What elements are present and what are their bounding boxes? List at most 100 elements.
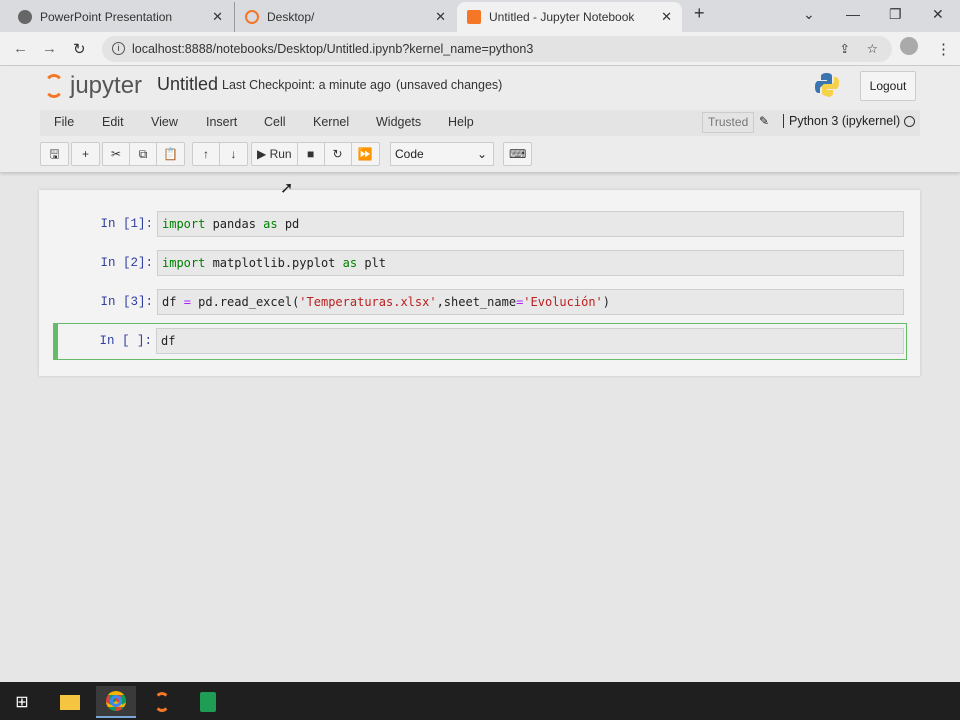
browser-tab-bar: PowerPoint Presentation ✕ Desktop/ ✕ Untit…: [0, 0, 960, 32]
cell-type-value: Code: [395, 147, 424, 161]
run-button[interactable]: ▶ Run: [252, 143, 298, 165]
logout-button[interactable]: Logout: [860, 71, 916, 101]
cut-icon[interactable]: ✂: [103, 143, 130, 165]
code-token: 'Temperaturas.xlsx': [299, 295, 437, 309]
logo-text: jupyter: [70, 72, 143, 99]
copy-icon[interactable]: ⧉: [130, 143, 157, 165]
code-token: pd: [277, 217, 300, 231]
interrupt-icon[interactable]: ■: [298, 143, 325, 165]
trusted-indicator[interactable]: Trusted: [702, 112, 755, 133]
taskbar-file-explorer[interactable]: [50, 686, 90, 718]
new-tab-button[interactable]: +: [694, 3, 705, 24]
share-icon[interactable]: ⇪: [840, 36, 850, 62]
restore-button[interactable]: ❐: [889, 6, 902, 23]
code-token: as: [342, 256, 358, 270]
taskbar-excel[interactable]: [188, 686, 228, 718]
profile-avatar[interactable]: [900, 37, 918, 55]
save-group: 🖫: [40, 142, 69, 166]
menu-view[interactable]: View: [151, 115, 178, 129]
windows-icon: ⊞: [15, 694, 29, 711]
code-cell[interactable]: In [1]: import pandas as pd: [54, 208, 907, 240]
tab-powerpoint[interactable]: PowerPoint Presentation ✕: [8, 2, 233, 32]
cell-prompt: In [1]:: [100, 217, 153, 231]
autosave-status: (unsaved changes): [396, 78, 503, 92]
jupyter-logo-icon: [44, 74, 64, 98]
cell-input[interactable]: import pandas as pd: [157, 211, 904, 237]
checkpoint-status: Last Checkpoint: a minute ago: [222, 78, 391, 92]
cell-input[interactable]: import matplotlib.pyplot as plt: [157, 250, 904, 276]
tab-label: PowerPoint Presentation: [40, 10, 173, 24]
jupyter-icon: [154, 692, 170, 712]
chrome-icon: [106, 691, 126, 711]
cell-input[interactable]: df = pd.read_excel('Temperaturas.xlsx',s…: [157, 289, 904, 315]
notebook-title[interactable]: Untitled: [157, 74, 218, 95]
code-token: df: [161, 334, 176, 348]
code-token: pandas: [205, 217, 264, 231]
forward-icon[interactable]: →: [42, 40, 57, 57]
jupyter-logo[interactable]: jupyter: [44, 72, 142, 100]
menu-help[interactable]: Help: [448, 115, 474, 129]
tab-label: Desktop/: [267, 10, 315, 24]
paste-icon[interactable]: 📋: [157, 143, 184, 165]
menu-widgets[interactable]: Widgets: [376, 115, 421, 129]
insert-cell-below-icon[interactable]: +: [72, 143, 99, 165]
taskbar-jupyter[interactable]: [142, 686, 182, 718]
url-input[interactable]: i localhost:8888/notebooks/Desktop/Untitl…: [102, 36, 892, 62]
back-icon[interactable]: ←: [13, 40, 28, 57]
cell-input[interactable]: df: [156, 328, 904, 354]
folder-icon: [60, 694, 80, 710]
cell-prompt: In [3]:: [100, 295, 153, 309]
taskbar-chrome[interactable]: [96, 686, 136, 718]
reload-icon[interactable]: ↻: [73, 40, 86, 58]
selected-code-cell[interactable]: In [ ]: df: [53, 323, 907, 360]
restart-icon[interactable]: ↻: [325, 143, 352, 165]
code-token: plt: [357, 256, 386, 270]
start-button[interactable]: ⊞: [2, 686, 42, 718]
code-token: import: [162, 256, 206, 270]
tab-label: Untitled - Jupyter Notebook: [489, 10, 635, 24]
cell-prompt: In [ ]:: [99, 334, 152, 348]
keyboard-icon[interactable]: ⌨: [504, 143, 531, 165]
tab-untitled[interactable]: Untitled - Jupyter Notebook ✕: [457, 2, 682, 32]
menu-insert[interactable]: Insert: [206, 115, 237, 129]
close-tab-icon[interactable]: ✕: [435, 9, 446, 25]
close-tab-icon[interactable]: ✕: [212, 9, 223, 25]
edit-group: ✂ ⧉ 📋: [102, 142, 185, 166]
globe-icon: [18, 10, 32, 24]
menu-edit[interactable]: Edit: [102, 115, 124, 129]
cell-type-select[interactable]: Code ⌄: [390, 142, 494, 166]
bookmark-star-icon[interactable]: ☆: [867, 36, 878, 62]
edit-pencil-icon[interactable]: ✎: [759, 114, 769, 128]
run-group: ▶ Run ■ ↻ ⏩: [251, 142, 380, 166]
code-cell[interactable]: In [2]: import matplotlib.pyplot as plt: [54, 247, 907, 279]
close-window-button[interactable]: ✕: [932, 6, 944, 23]
tab-search-icon[interactable]: ⌄: [803, 6, 815, 23]
code-cell[interactable]: In [3]: df = pd.read_excel('Temperaturas.…: [54, 286, 907, 318]
taskbar: ⊞: [0, 682, 960, 720]
move-down-icon[interactable]: ↓: [220, 143, 247, 165]
move-up-icon[interactable]: ↑: [193, 143, 220, 165]
info-icon[interactable]: i: [112, 42, 125, 55]
notebook-icon: [467, 10, 481, 24]
code-token: import: [162, 217, 206, 231]
menu-file[interactable]: File: [54, 115, 74, 129]
menu-dots-icon[interactable]: ⋮: [936, 40, 951, 58]
code-token: as: [263, 217, 278, 231]
kernel-name[interactable]: Python 3 (ipykernel): [783, 114, 900, 128]
code-token: =: [183, 295, 191, 309]
notebook-container: In [1]: import pandas as pd In [2]: import…: [39, 190, 920, 376]
code-token: 'Evolución': [523, 295, 603, 309]
mouse-cursor: ➚: [280, 180, 294, 197]
menu-cell[interactable]: Cell: [264, 115, 286, 129]
insert-group: +: [71, 142, 100, 166]
restart-run-all-icon[interactable]: ⏩: [352, 143, 379, 165]
close-tab-icon[interactable]: ✕: [661, 9, 672, 25]
tab-desktop[interactable]: Desktop/ ✕: [234, 2, 456, 32]
code-token: ): [602, 295, 611, 309]
save-icon[interactable]: 🖫: [41, 143, 68, 165]
minimize-button[interactable]: —: [846, 6, 860, 22]
url-text: localhost:8888/notebooks/Desktop/Untitle…: [132, 42, 534, 56]
address-bar-row: ← → ↻ i localhost:8888/notebooks/Desktop/…: [0, 32, 960, 66]
run-label: Run: [269, 147, 292, 161]
menu-kernel[interactable]: Kernel: [313, 115, 349, 129]
